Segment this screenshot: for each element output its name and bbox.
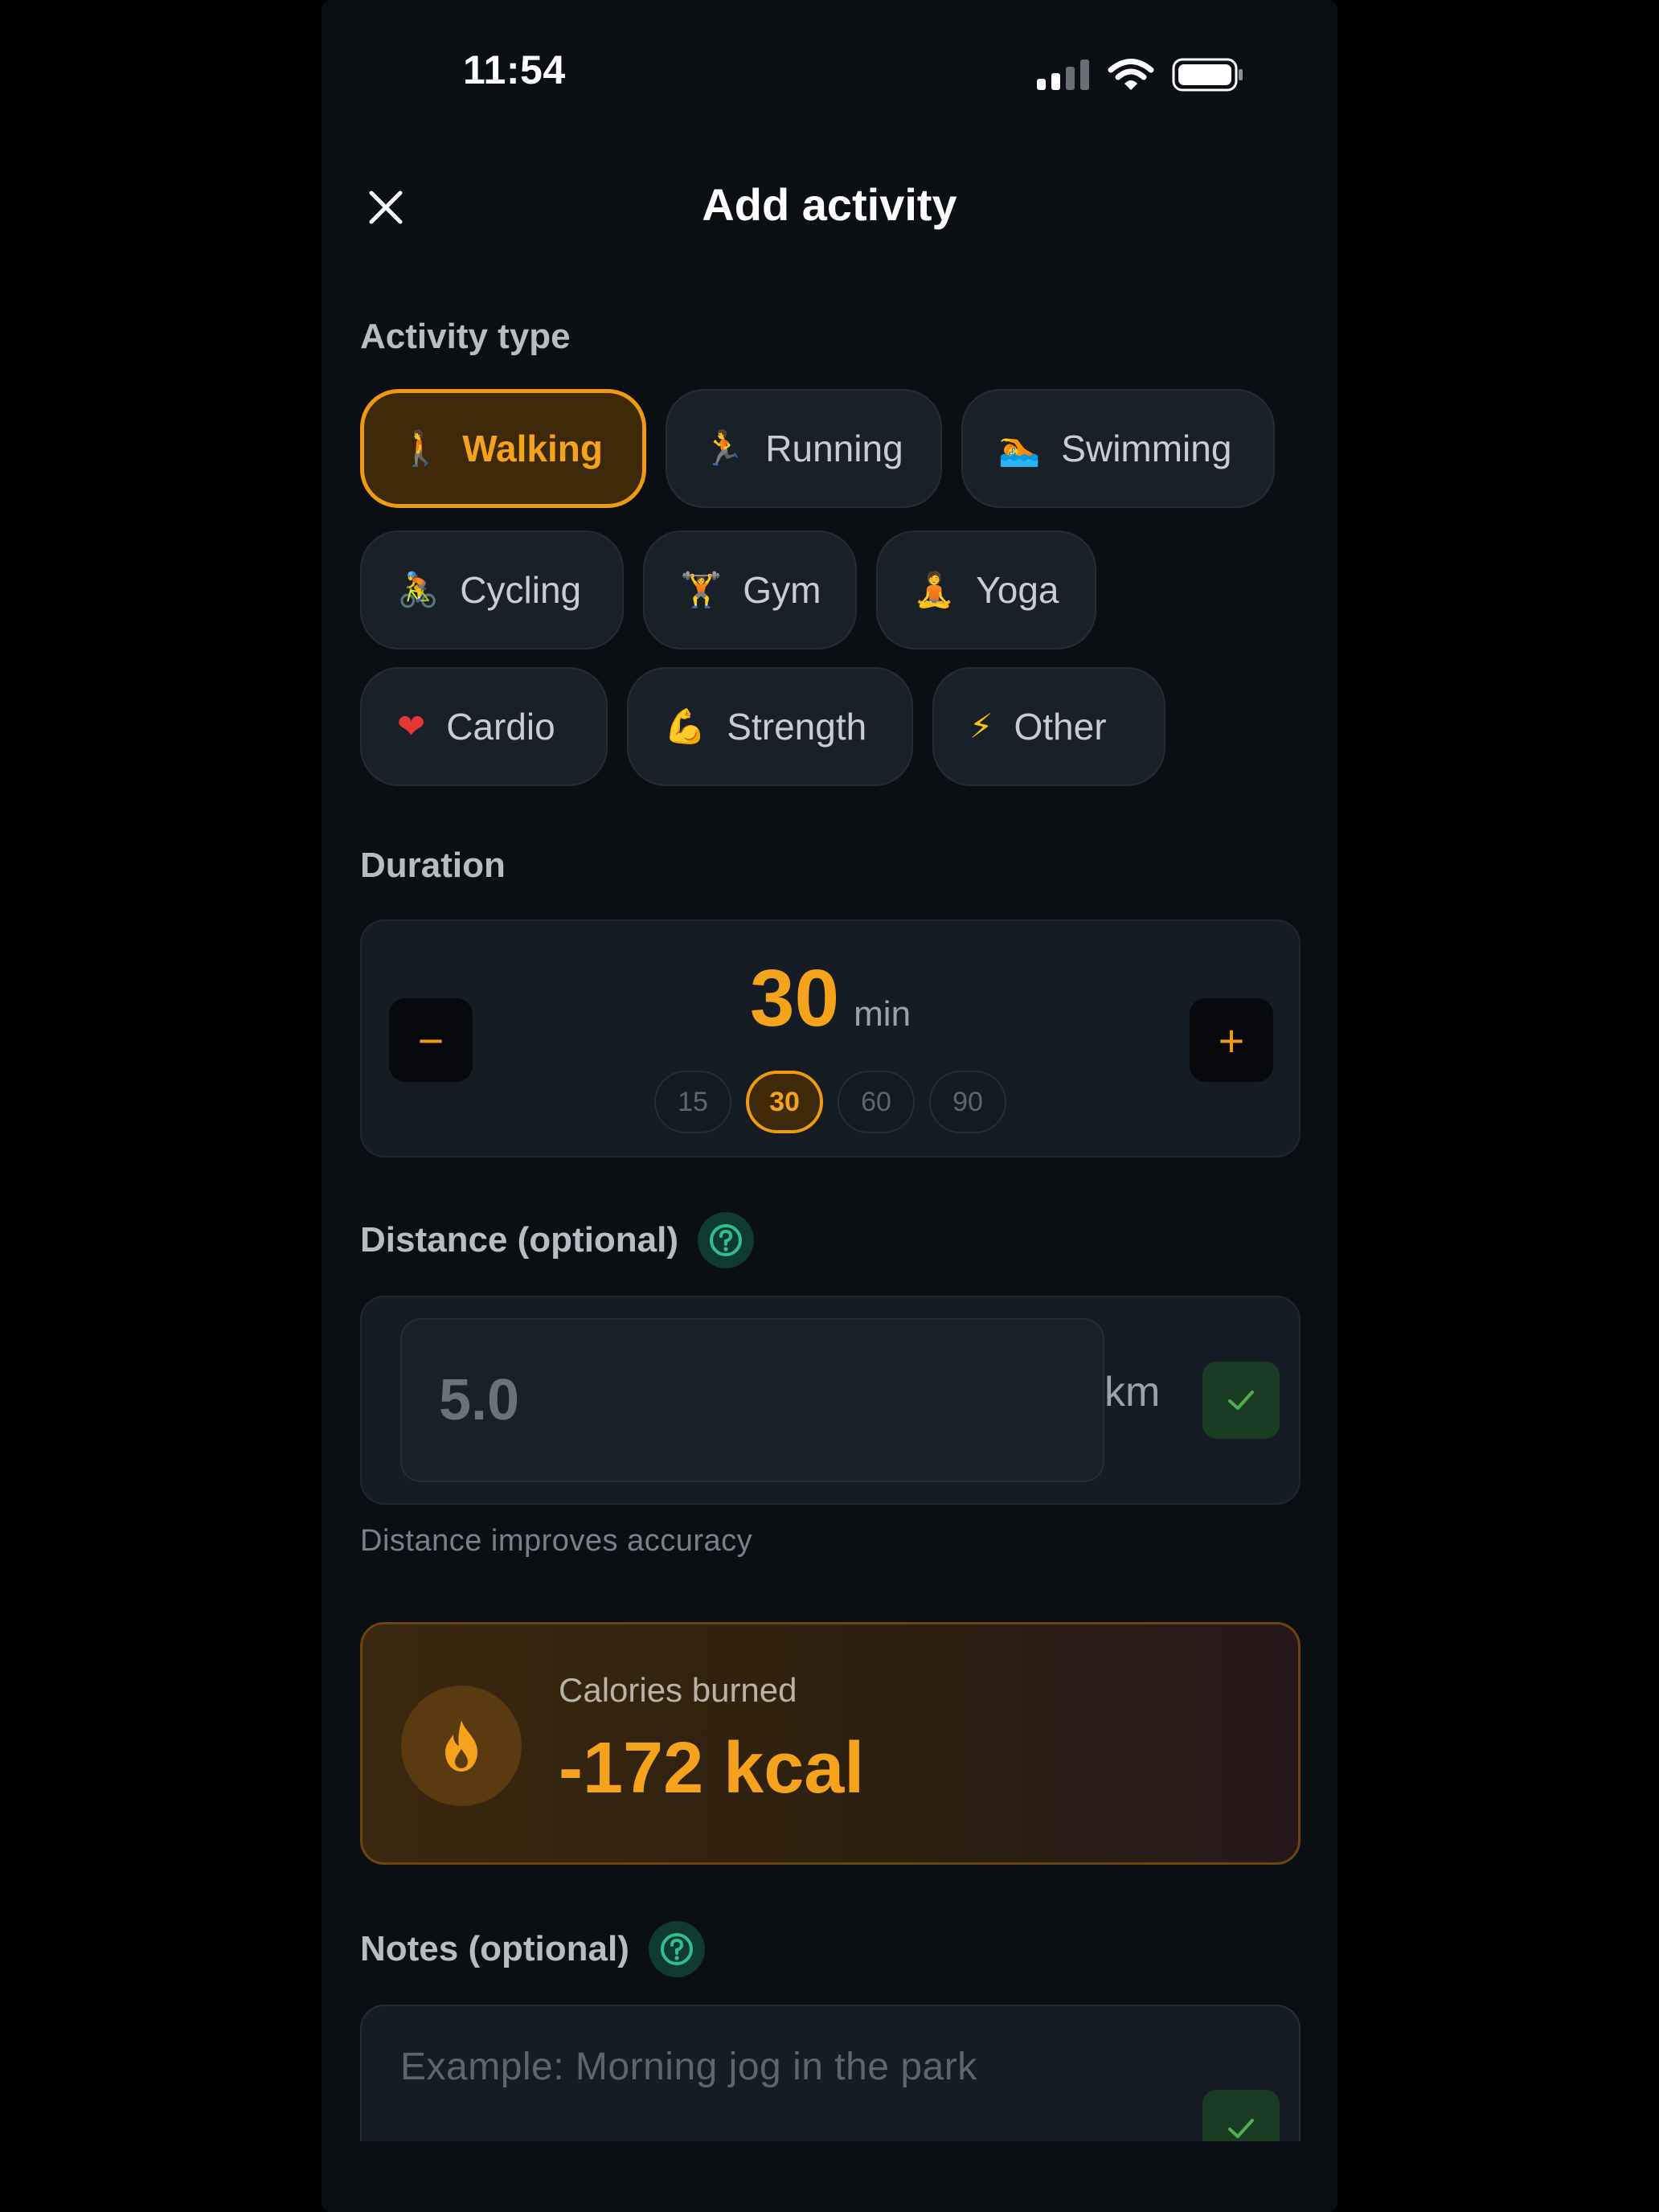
- notes-input[interactable]: Example: Morning jog in the park: [360, 2005, 1301, 2141]
- distance-input[interactable]: 5.0: [400, 1318, 1104, 1482]
- activity-type-label-text: Activity type: [360, 317, 571, 356]
- activity-chip-swimming[interactable]: 🏊 Swimming: [961, 389, 1275, 508]
- activity-chip-label: Swimming: [1061, 428, 1232, 469]
- plus-icon: +: [1218, 1014, 1245, 1066]
- activity-type-label: Activity type: [360, 317, 571, 357]
- duration-card: − 30 min 15 30 60 90 +: [360, 920, 1301, 1157]
- activity-chip-yoga[interactable]: 🧘 Yoga: [876, 530, 1096, 649]
- activity-chip-other[interactable]: ⚡ Other: [932, 667, 1165, 786]
- duration-increase-button[interactable]: +: [1190, 998, 1273, 1082]
- gym-icon: 🏋: [680, 570, 723, 609]
- activity-chip-running[interactable]: 🏃 Running: [666, 389, 942, 508]
- duration-label: Duration: [360, 846, 506, 886]
- cycling-icon: 🚴: [397, 570, 440, 609]
- distance-unit: km: [1104, 1369, 1161, 1415]
- activity-chip-label: Running: [765, 428, 903, 469]
- wifi-icon: [1108, 59, 1154, 90]
- activity-chip-label: Walking: [462, 428, 603, 469]
- distance-confirm-button[interactable]: [1202, 1362, 1280, 1439]
- distance-label-text: Distance (optional): [360, 1220, 679, 1260]
- calories-card: Calories burned -172 kcal: [360, 1622, 1301, 1865]
- activity-chip-label: Strength: [727, 706, 867, 748]
- walking-icon: 🚶: [399, 428, 442, 468]
- duration-presets: 15 30 60 90: [362, 1071, 1299, 1133]
- notes-label: Notes (optional): [360, 1921, 705, 1977]
- distance-placeholder: 5.0: [439, 1368, 520, 1432]
- activity-chip-cardio[interactable]: ❤ Cardio: [360, 667, 608, 786]
- activity-chip-label: Other: [1014, 706, 1107, 748]
- activity-chip-gym[interactable]: 🏋 Gym: [643, 530, 857, 649]
- activity-chip-label: Yoga: [976, 569, 1059, 611]
- check-icon: [1228, 1391, 1254, 1410]
- activity-chip-label: Gym: [743, 569, 821, 611]
- page-title: Add activity: [702, 179, 957, 230]
- yoga-icon: 🧘: [913, 570, 956, 609]
- activity-chip-walking[interactable]: 🚶 Walking: [360, 389, 646, 508]
- duration-preset-15[interactable]: 15: [654, 1071, 731, 1133]
- duration-preset-30[interactable]: 30: [746, 1071, 823, 1133]
- running-icon: 🏃: [703, 428, 745, 468]
- notes-confirm-button[interactable]: [1202, 2090, 1280, 2141]
- phone-screen: 11:54 Add activity Activity type 🚶 Walki…: [322, 0, 1337, 2212]
- activity-chip-strength[interactable]: 💪 Strength: [627, 667, 913, 786]
- flame-icon: [445, 1720, 477, 1772]
- heart-icon: ❤: [397, 707, 426, 746]
- activity-chip-label: Cycling: [460, 569, 582, 611]
- swimming-icon: 🏊: [998, 428, 1041, 468]
- notes-placeholder: Example: Morning jog in the park: [400, 2046, 977, 2088]
- activity-chip-cycling[interactable]: 🚴 Cycling: [360, 530, 624, 649]
- notes-label-text: Notes (optional): [360, 1929, 629, 1968]
- help-icon[interactable]: [698, 1212, 755, 1268]
- distance-hint: Distance improves accuracy: [360, 1524, 753, 1558]
- duration-preset-60[interactable]: 60: [838, 1071, 915, 1133]
- duration-unit: min: [854, 994, 911, 1034]
- distance-label: Distance (optional): [360, 1212, 755, 1268]
- distance-card: 5.0 km: [360, 1296, 1301, 1505]
- status-time: 11:54: [463, 47, 566, 92]
- duration-preset-90[interactable]: 90: [929, 1071, 1006, 1133]
- flame-icon-container: [401, 1686, 522, 1806]
- calories-label: Calories burned: [559, 1671, 797, 1709]
- activity-chip-label: Cardio: [446, 706, 555, 748]
- help-icon[interactable]: [648, 1921, 705, 1977]
- status-icons: [1037, 55, 1244, 95]
- duration-value: 30: [749, 953, 840, 1043]
- calories-value: -172 kcal: [559, 1728, 865, 1809]
- check-icon: [1228, 2119, 1254, 2138]
- muscle-icon: 💪: [664, 707, 707, 746]
- lightning-icon: ⚡: [969, 707, 993, 746]
- battery-icon: [1172, 58, 1243, 92]
- duration-label-text: Duration: [360, 846, 506, 885]
- signal-icon: [1037, 59, 1089, 90]
- duration-display: 30 min: [362, 958, 1299, 1038]
